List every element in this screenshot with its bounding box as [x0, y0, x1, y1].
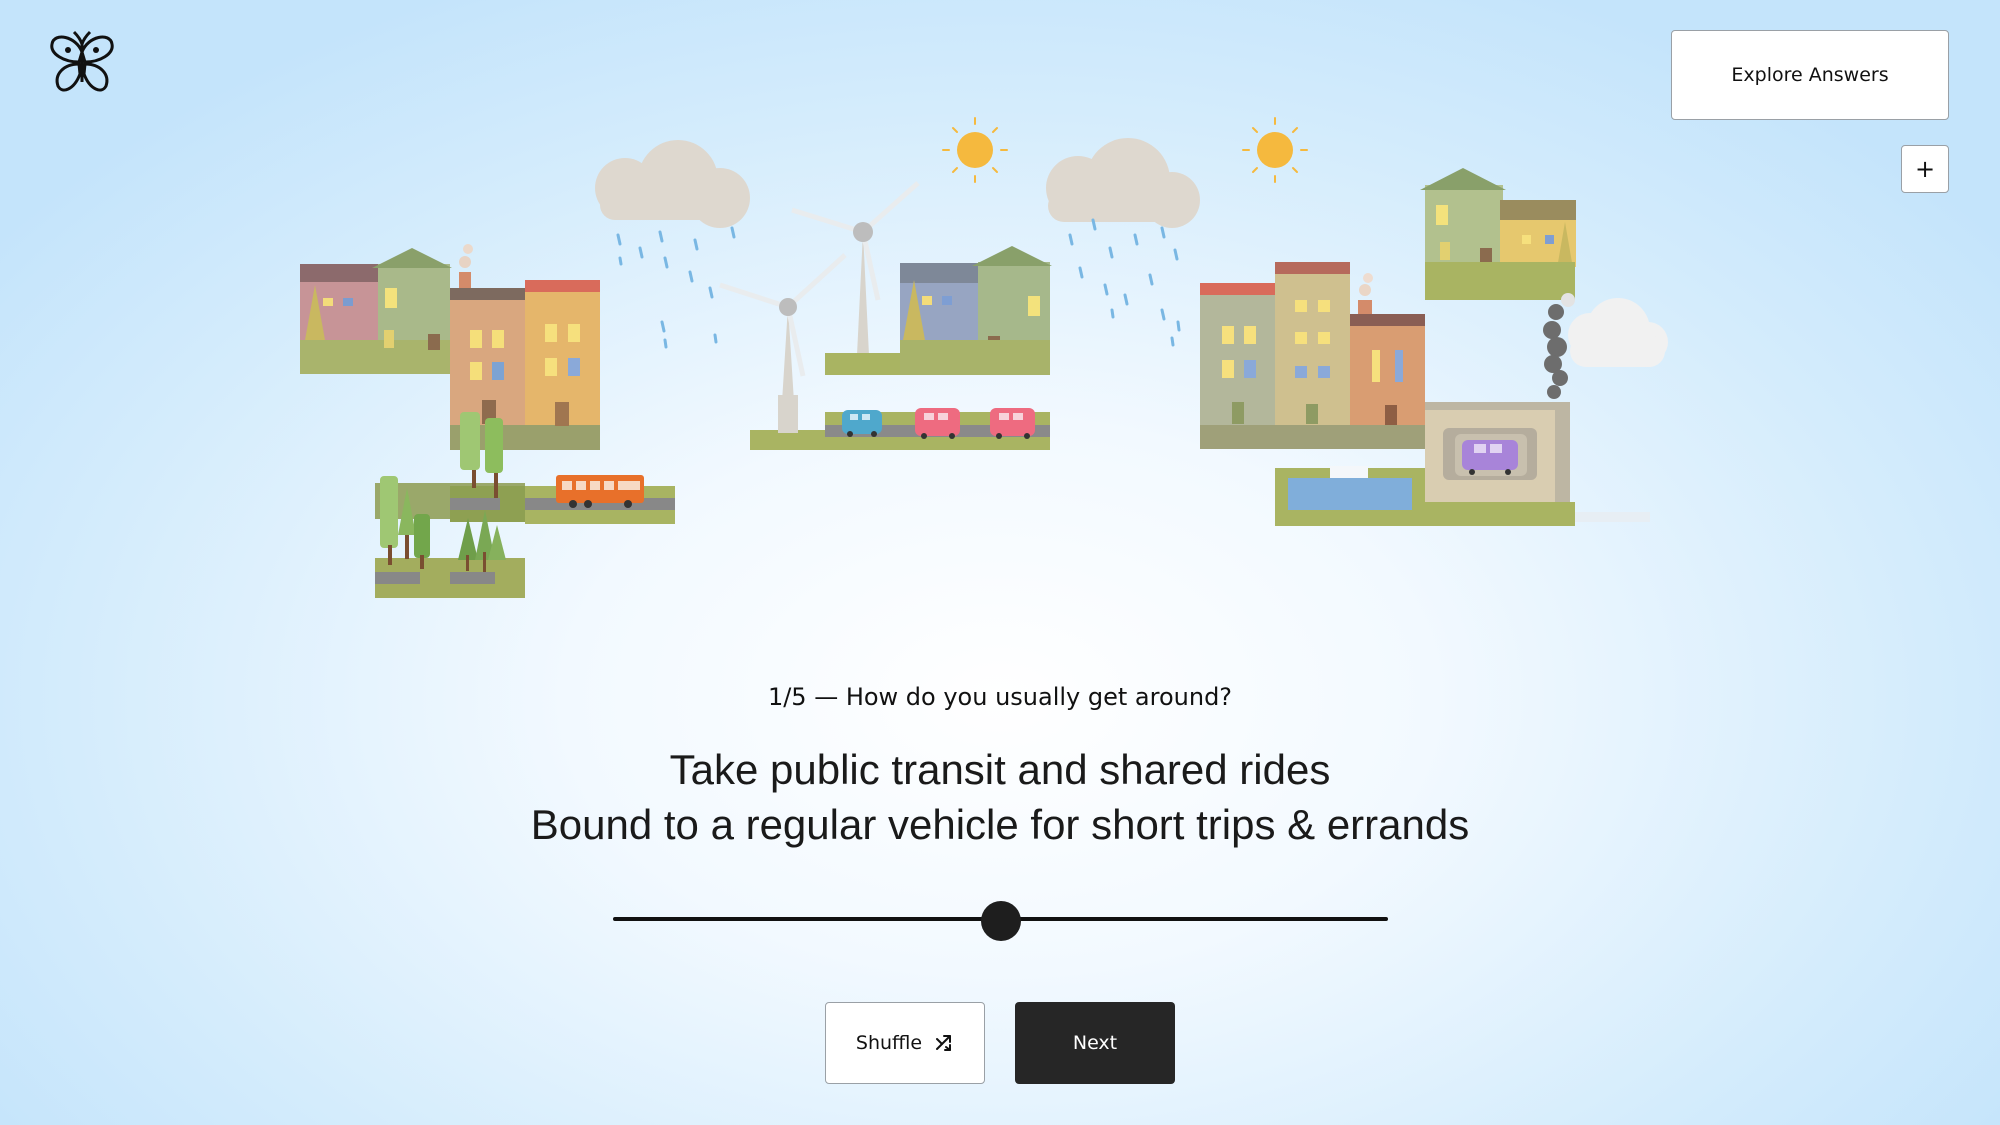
question-heading: 1/5 — How do you usually get around? — [767, 683, 1233, 711]
wind-turbine-icon — [791, 181, 920, 375]
left-city — [300, 244, 675, 598]
shuffle-button[interactable]: Shuffle — [825, 1002, 985, 1084]
rain-cloud-icon — [595, 140, 750, 349]
answer-option-bottom: Bound to a regular vehicle for short tri… — [530, 801, 1470, 848]
car-icon — [842, 410, 882, 437]
car-icon — [1462, 440, 1518, 475]
shuffle-label: Shuffle — [855, 1032, 923, 1054]
answer-option-top: Take public transit and shared rides — [669, 746, 1331, 793]
right-city — [1200, 168, 1668, 526]
answer-slider[interactable] — [613, 901, 1388, 941]
city-illustration — [300, 117, 1668, 598]
car-icon — [990, 408, 1035, 439]
shuffle-icon — [936, 1035, 952, 1051]
cloud-icon — [1568, 298, 1668, 367]
next-button[interactable]: Next — [1015, 1002, 1175, 1084]
slider-thumb[interactable] — [980, 901, 1021, 941]
rain-cloud-icon — [1046, 138, 1200, 347]
car-icon — [915, 408, 960, 439]
sun-icon — [942, 117, 1008, 183]
sun-icon — [1242, 117, 1308, 183]
